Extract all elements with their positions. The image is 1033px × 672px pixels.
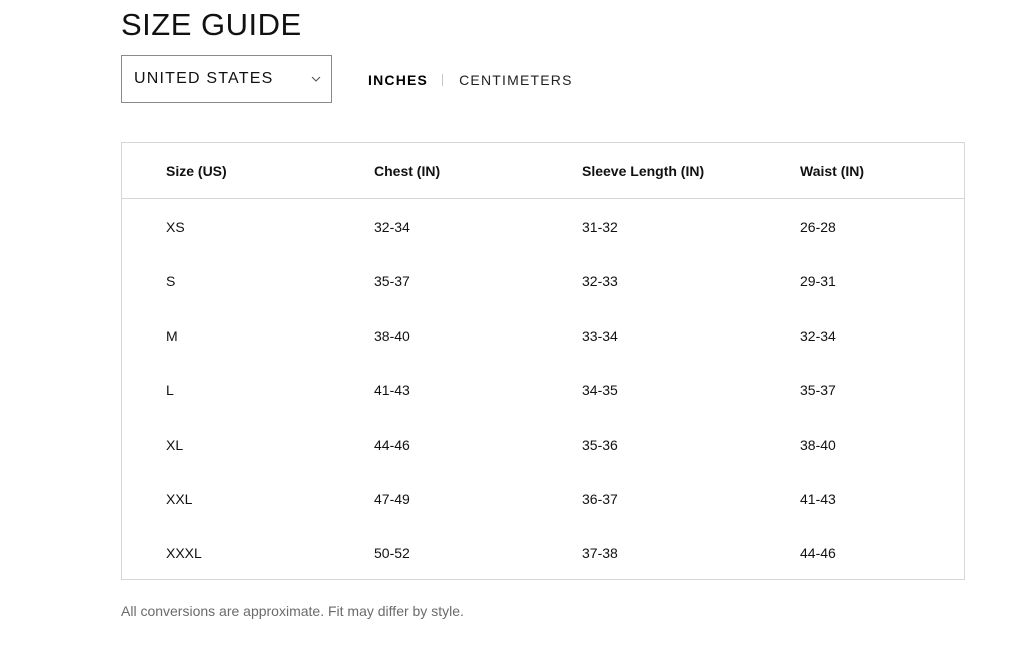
size-table: Size (US) Chest (IN) Sleeve Length (IN) … [121,142,965,580]
header-sleeve-length: Sleeve Length (IN) [582,163,705,179]
cell-chest: 44-46 [374,436,410,453]
country-select[interactable]: UNITED STATES [121,55,332,103]
header-waist: Waist (IN) [800,163,865,179]
table-row: L 41-43 34-35 35-37 [122,362,964,416]
header-size: Size (US) [166,163,227,179]
cell-sleeve: 32-33 [582,273,618,290]
cell-size: M [166,327,178,344]
cell-sleeve: 37-38 [582,545,618,562]
cell-waist: 26-28 [800,219,836,235]
cell-sleeve: 35-36 [582,436,618,453]
cell-size: XXL [166,490,193,507]
conversion-footnote: All conversions are approximate. Fit may… [121,603,464,619]
page-title: SIZE GUIDE [121,7,302,42]
table-body: XS 32-34 31-32 26-28 S 35-37 32-33 29-31… [122,199,964,580]
cell-waist: 29-31 [800,273,836,290]
cell-sleeve: 36-37 [582,490,618,507]
cell-chest: 35-37 [374,273,410,290]
cell-waist: 32-34 [800,327,836,344]
table-row: XXL 47-49 36-37 41-43 [122,471,964,525]
table-row: M 38-40 33-34 32-34 [122,308,964,362]
table-row: XS 32-34 31-32 26-28 [122,199,964,253]
table-row: XL 44-46 35-36 38-40 [122,417,964,471]
cell-waist: 35-37 [800,382,836,399]
cell-chest: 38-40 [374,327,410,344]
unit-centimeters[interactable]: CENTIMETERS [459,71,573,89]
cell-chest: 41-43 [374,382,410,399]
cell-sleeve: 33-34 [582,327,618,344]
table-row: XXXL 50-52 37-38 44-46 [122,525,964,579]
unit-divider [442,74,444,86]
cell-waist: 41-43 [800,490,836,507]
cell-size: XXXL [166,545,202,562]
cell-chest: 47-49 [374,490,410,507]
cell-size: XS [166,219,185,235]
chevron-down-icon [311,74,321,84]
table-header: Size (US) Chest (IN) Sleeve Length (IN) … [122,143,964,199]
cell-sleeve: 34-35 [582,382,618,399]
cell-waist: 38-40 [800,436,836,453]
cell-size: XL [166,436,184,453]
unit-inches[interactable]: INCHES [368,71,428,89]
cell-chest: 50-52 [374,545,410,562]
cell-sleeve: 31-32 [582,219,618,235]
cell-size: L [166,382,174,399]
table-row: S 35-37 32-33 29-31 [122,253,964,307]
header-chest: Chest (IN) [374,163,441,179]
cell-waist: 44-46 [800,545,836,562]
unit-toggle: INCHES CENTIMETERS [368,71,573,89]
cell-size: S [166,273,176,290]
cell-chest: 32-34 [374,219,410,235]
country-select-value: UNITED STATES [134,70,274,87]
